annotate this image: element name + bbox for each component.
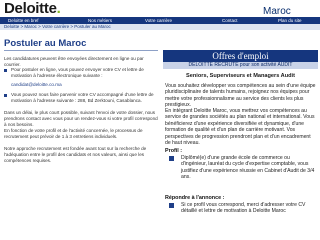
bullet-online-text: Pour postuler en ligne, vous pouvez envo…: [11, 67, 144, 78]
deloitte-logo[interactable]: Deloitte.: [4, 0, 61, 17]
nav-item-deloitte-en-bref[interactable]: Deloitte en bref: [8, 17, 39, 24]
breadcrumb-item-votre-carriere[interactable]: Votre carrière: [42, 24, 69, 29]
nav-item-nos-metiers[interactable]: Nos métiers: [88, 17, 112, 24]
title-divider: [4, 50, 158, 51]
profil-heading: Profil :: [165, 148, 183, 154]
job-offers-panel: Offres d'emploi DELOITTE RECRUTE pour so…: [163, 50, 318, 240]
breadcrumb-item-current: Postuler au Maroc: [74, 24, 111, 29]
bullet-square-icon: [4, 68, 7, 72]
breadcrumb-item-deloitte[interactable]: Deloitte: [4, 24, 19, 29]
annonce-heading: Répondre à l'annonce :: [165, 195, 225, 201]
breadcrumb: Deloitte > Maroc > Votre carrière > Post…: [0, 24, 320, 30]
offres-header: Offres d'emploi: [163, 50, 318, 62]
paragraph-delai: Dans un délai, le plus court possible, s…: [4, 110, 158, 127]
email-link[interactable]: candidat@deloitte.co.ma: [11, 82, 62, 87]
offres-title: Offres d'emploi: [212, 51, 269, 61]
bullet-mail: Vous pouvez nous faire parvenir votre CV…: [4, 92, 158, 104]
annonce-text: Si ce profil vous correspond, merci d'ad…: [181, 202, 306, 215]
main-nav: Deloitte en bref Nos métiers Votre carri…: [0, 17, 320, 24]
site-name: Maroc: [263, 6, 291, 17]
paragraph-approche: Notre approche recrutement est fondée av…: [4, 146, 147, 163]
nav-item-plan-du-site[interactable]: Plan du site: [278, 17, 302, 24]
profil-text: Diplômé(e) d'une grande école de commerc…: [181, 155, 315, 181]
nav-item-votre-carriere[interactable]: Votre carrière: [145, 17, 172, 24]
offres-subtitle: DELOITTE RECRUTE pour son activité AUDIT: [188, 62, 293, 68]
profil-bullet-icon: [169, 156, 174, 161]
offres-subheader: DELOITTE RECRUTE pour son activité AUDIT: [163, 62, 318, 69]
breadcrumb-item-maroc[interactable]: Maroc: [24, 24, 37, 29]
bullet-online: Pour postuler en ligne, vous pouvez envo…: [4, 67, 158, 79]
nav-item-contact[interactable]: Contact: [222, 17, 238, 24]
paragraph-processus: En fonction de votre profil et de l'acti…: [4, 128, 143, 139]
bullet-mail-text: Vous pouvez nous faire parvenir votre CV…: [11, 92, 154, 103]
header: Deloitte. Maroc: [0, 0, 320, 17]
job-title: Seniors, Superviseurs et Managers Audit: [186, 73, 295, 79]
bullet-square-icon: [4, 93, 7, 97]
annonce-bullet-icon: [169, 203, 174, 208]
page-title: Postuler au Maroc: [4, 38, 87, 49]
job-intro-text: Vous souhaitez développer vos compétence…: [165, 83, 316, 109]
job-detail-text: En intégrant Deloitte Maroc, vous mettre…: [165, 108, 315, 147]
